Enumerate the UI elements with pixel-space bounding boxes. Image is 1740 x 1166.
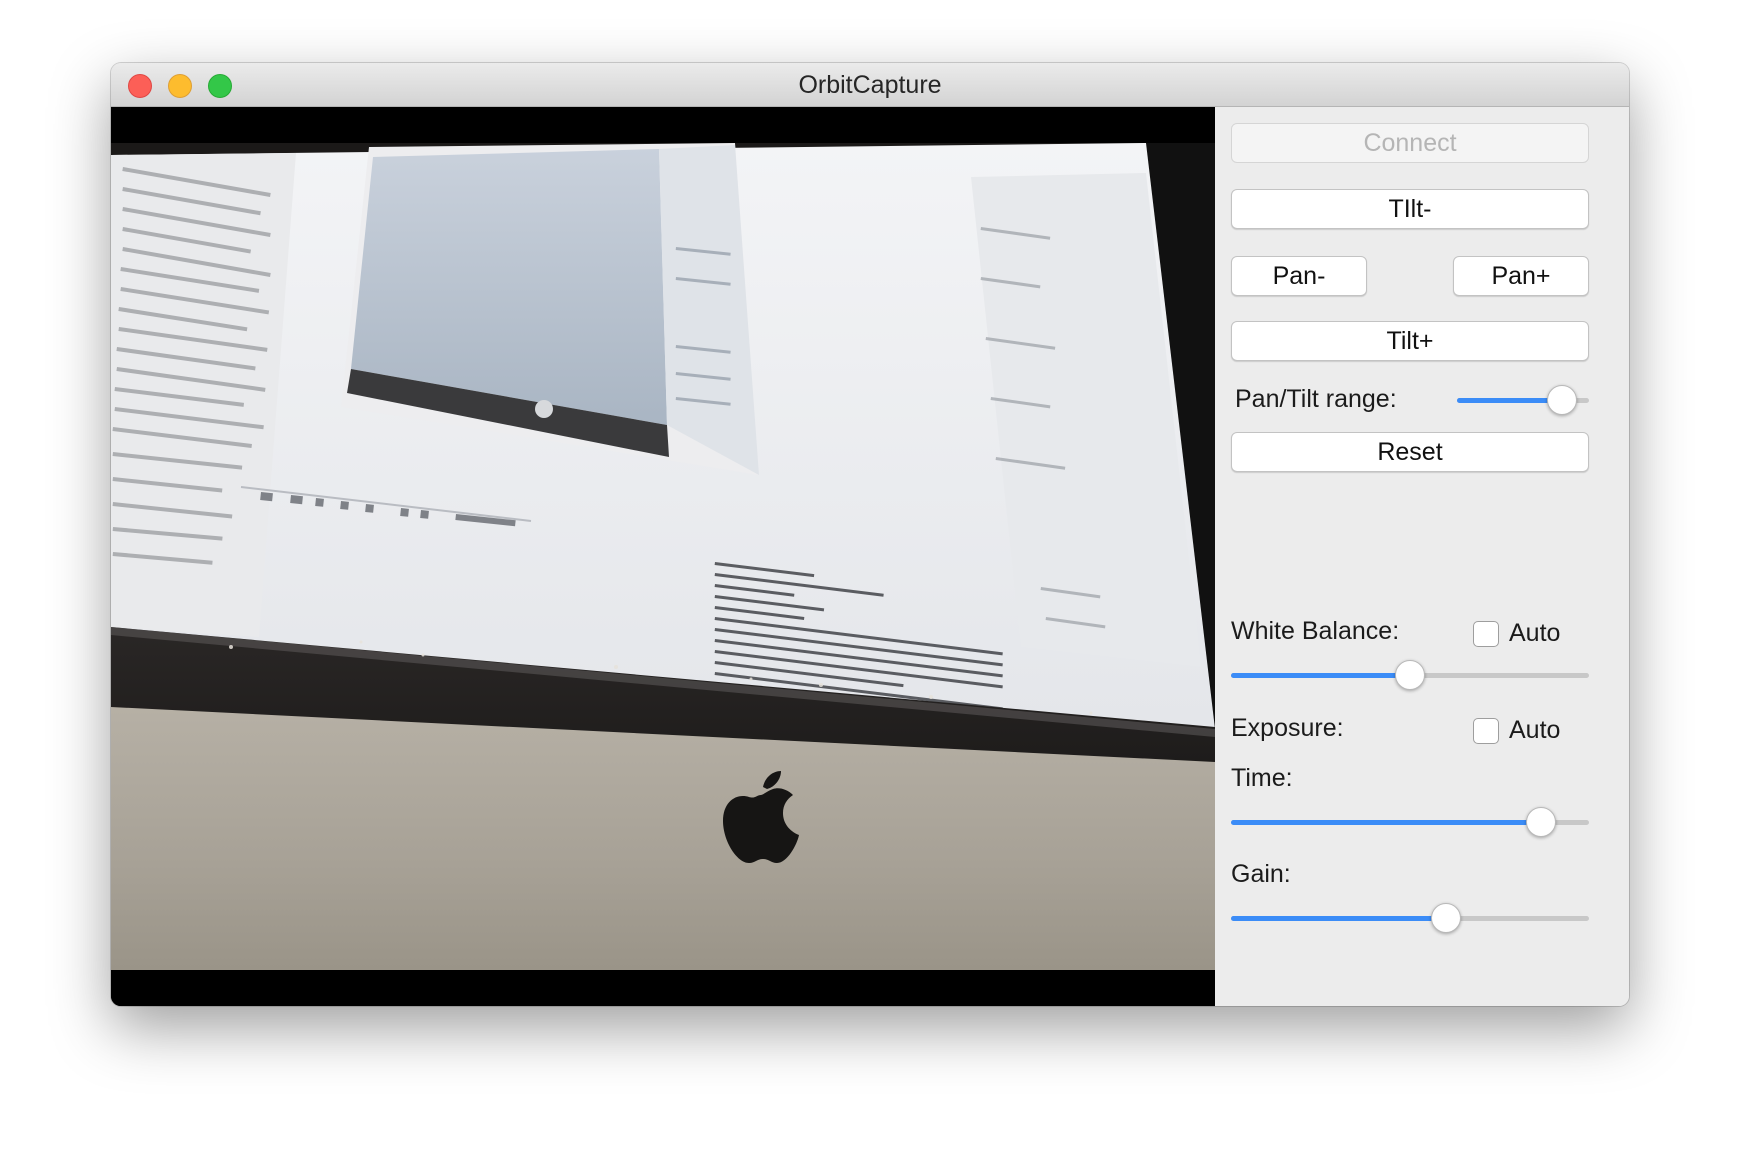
white-balance-slider[interactable] [1231,660,1589,690]
slider-knob[interactable] [1395,660,1425,690]
window-title: OrbitCapture [798,71,942,99]
exposure-auto-checkbox[interactable] [1473,718,1499,744]
slider-fill [1231,916,1447,921]
camera-feed-image [111,107,1215,1006]
pan-tilt-range-slider[interactable] [1457,385,1589,415]
camera-preview [111,107,1215,1006]
app-window: OrbitCapture Connect TIlt- Pan- Pan+ Til… [111,63,1629,1006]
connect-button[interactable]: Connect [1231,123,1589,163]
tilt-minus-button[interactable]: TIlt- [1231,189,1589,229]
white-balance-auto-checkbox[interactable] [1473,621,1499,647]
tilt-plus-button[interactable]: Tilt+ [1231,321,1589,361]
exposure-label: Exposure: [1231,714,1344,742]
pan-plus-button[interactable]: Pan+ [1453,256,1589,296]
gain-slider[interactable] [1231,903,1589,933]
time-label: Time: [1231,764,1293,792]
title-bar[interactable]: OrbitCapture [111,63,1629,107]
exposure-time-slider[interactable] [1231,807,1589,837]
slider-fill [1231,673,1410,678]
exposure-auto-label[interactable]: Auto [1509,716,1560,745]
pan-minus-button[interactable]: Pan- [1231,256,1367,296]
slider-knob[interactable] [1546,385,1577,415]
slider-fill [1231,820,1542,825]
control-panel: Connect TIlt- Pan- Pan+ Tilt+ Pan/Tilt r… [1215,107,1629,1006]
pan-tilt-range-label: Pan/Tilt range: [1235,385,1397,413]
white-balance-label: White Balance: [1231,617,1400,645]
white-balance-auto-label[interactable]: Auto [1509,619,1560,648]
slider-knob[interactable] [1431,903,1462,933]
gain-label: Gain: [1231,860,1291,888]
reset-button[interactable]: Reset [1231,432,1589,472]
slider-knob[interactable] [1526,807,1557,837]
